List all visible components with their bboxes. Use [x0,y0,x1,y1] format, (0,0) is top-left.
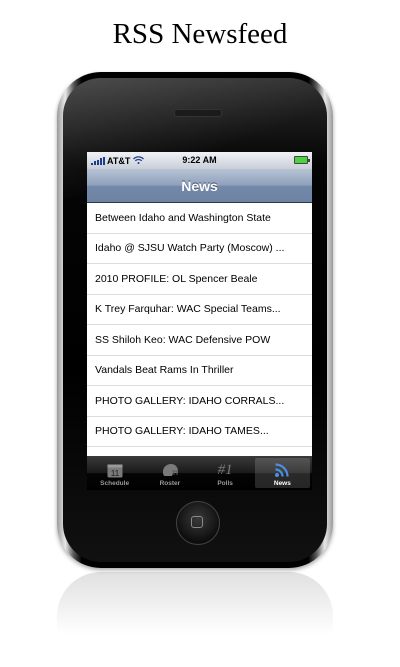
ranking-label: #1 [217,461,233,478]
nav-title: News [181,177,218,194]
news-item[interactable]: PHOTO GALLERY: IDAHO CORRALS... [87,386,312,417]
phone-reflection [57,572,333,662]
tab-schedule[interactable]: 11 Schedule [87,456,142,490]
tab-label: Schedule [100,480,130,487]
home-button[interactable] [176,501,220,545]
earpiece-speaker [174,109,222,117]
tab-label: Polls [217,480,233,487]
tab-news[interactable]: News [254,458,310,488]
calendar-icon: 11 [107,462,123,478]
helmet-icon [161,462,179,478]
tab-label: News [273,480,291,487]
home-square-icon [191,516,203,528]
status-bar: AT&T 9:22 AM [87,152,312,169]
news-item[interactable]: 2010 PROFILE: OL Spencer Beale [87,264,312,295]
tab-roster[interactable]: Roster [142,456,197,490]
tab-polls[interactable]: #1 Polls [198,456,253,490]
news-item[interactable]: K Trey Farquhar: WAC Special Teams... [87,295,312,325]
tab-bar: 11 Schedule Roster #1 Polls News [87,456,312,490]
ranking-icon: #1 [218,462,233,478]
calendar-day: 11 [110,469,119,478]
battery-icon [294,156,310,164]
news-item[interactable]: Idaho @ SJSU Watch Party (Moscow) ... [87,234,312,264]
phone-screen: AT&T 9:22 AM News Between Idaho and Wash… [87,152,312,490]
status-time: 9:22 AM [182,155,217,165]
rss-icon [274,462,290,478]
page-title: RSS Newsfeed [112,18,288,50]
news-item[interactable]: PHOTO GALLERY: IDAHO TAMES... [87,417,312,447]
news-list: Between Idaho and Washington State Idaho… [87,203,312,447]
tab-label: Roster [159,480,181,487]
news-item[interactable]: SS Shiloh Keo: WAC Defensive POW [87,325,312,356]
news-item[interactable]: Between Idaho and Washington State [87,203,312,234]
nav-bar: News [87,169,312,203]
news-item[interactable]: Vandals Beat Rams In Thriller [87,356,312,386]
